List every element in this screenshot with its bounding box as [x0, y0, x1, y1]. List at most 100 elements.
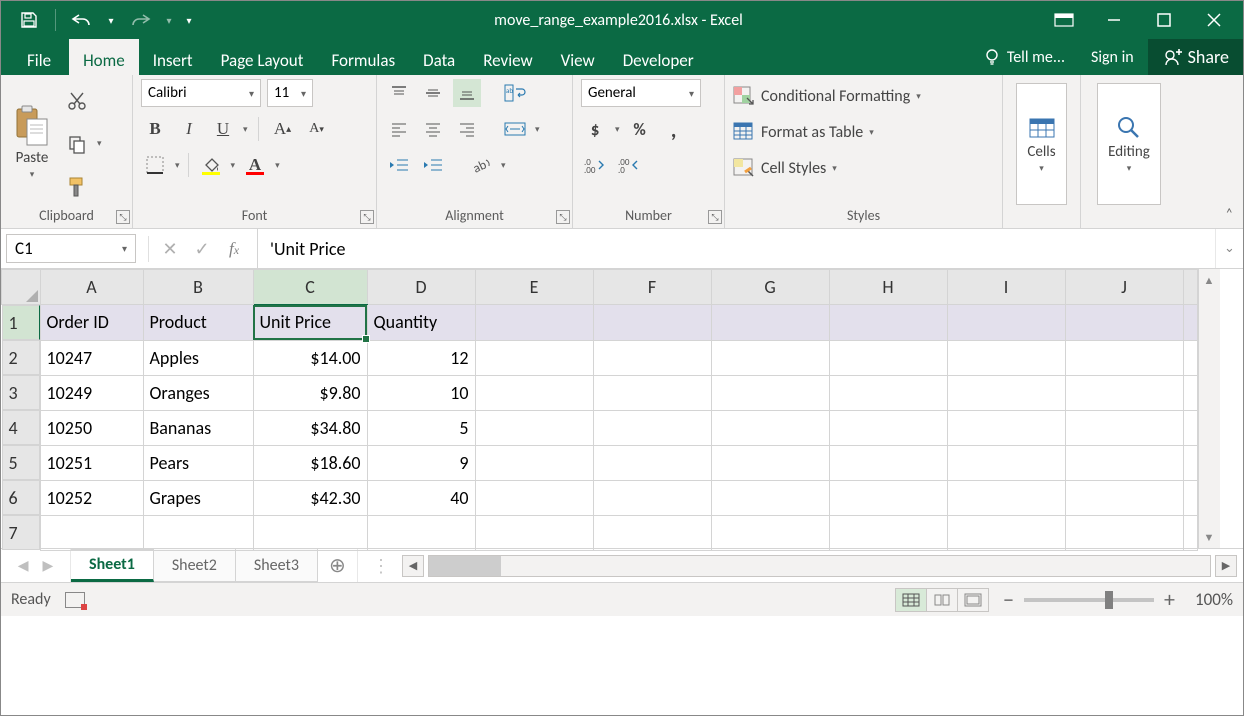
align-middle-button[interactable]	[419, 79, 447, 107]
underline-button[interactable]: U	[209, 115, 237, 143]
sheet-tab-2[interactable]: Sheet2	[154, 549, 236, 582]
decrease-indent-button[interactable]	[385, 151, 413, 179]
cell-B6[interactable]: Grapes	[143, 480, 253, 515]
alignment-launcher[interactable]: ⤡	[556, 210, 570, 224]
redo-dropdown[interactable]: ▾	[162, 6, 176, 34]
col-header-D[interactable]: D	[367, 270, 475, 305]
orientation-button[interactable]: ab	[467, 151, 495, 179]
borders-button[interactable]	[141, 151, 169, 179]
row-header-1[interactable]: 1	[2, 305, 40, 340]
cut-button[interactable]	[63, 87, 91, 115]
scroll-down-button[interactable]: ▼	[1199, 526, 1220, 548]
tab-home[interactable]: Home	[69, 39, 139, 75]
ribbon-options-icon[interactable]	[1041, 6, 1087, 34]
zoom-out-button[interactable]: −	[1003, 586, 1014, 613]
hscroll-right-button[interactable]: ▶	[1215, 555, 1237, 577]
currency-button[interactable]: $	[581, 115, 609, 143]
tab-formulas[interactable]: Formulas	[317, 39, 409, 75]
tab-split-handle[interactable]: ⋮	[364, 555, 398, 577]
zoom-level[interactable]: 100%	[1195, 589, 1233, 610]
comma-button[interactable]: ,	[660, 115, 688, 143]
undo-dropdown[interactable]: ▾	[104, 6, 118, 34]
col-header-G[interactable]: G	[711, 270, 829, 305]
tab-page-layout[interactable]: Page Layout	[207, 39, 318, 75]
col-header-C[interactable]: C	[253, 270, 367, 305]
cell-C6[interactable]: $42.30	[253, 480, 367, 515]
sheet-nav-arrows[interactable]: ◀▶	[1, 549, 71, 582]
formula-input[interactable]: 'Unit Price	[257, 229, 1215, 268]
align-top-button[interactable]	[385, 79, 413, 107]
cell-E1[interactable]	[475, 305, 593, 341]
worksheet-grid[interactable]: A B C D E F G H I J 1 Order ID Product U…	[1, 269, 1198, 551]
percent-button[interactable]: %	[626, 115, 654, 143]
increase-indent-button[interactable]	[419, 151, 447, 179]
zoom-in-button[interactable]: +	[1164, 586, 1175, 613]
cell-B2[interactable]: Apples	[143, 340, 253, 375]
enter-formula-button[interactable]: ✓	[187, 238, 217, 260]
font-color-button[interactable]: A	[241, 151, 269, 179]
increase-decimal-button[interactable]: .0.00	[581, 151, 609, 179]
cell-C4[interactable]: $34.80	[253, 410, 367, 445]
name-box[interactable]: C1 ▾	[6, 234, 136, 263]
cancel-formula-button[interactable]: ✕	[155, 238, 185, 260]
row-header-4[interactable]: 4	[2, 410, 40, 445]
col-header-J[interactable]: J	[1065, 270, 1183, 305]
align-center-button[interactable]	[419, 115, 447, 143]
tab-developer[interactable]: Developer	[609, 39, 708, 75]
fill-color-button[interactable]	[197, 151, 225, 179]
shrink-font-button[interactable]: A▾	[303, 115, 331, 143]
select-all-button[interactable]	[2, 270, 41, 305]
scroll-up-button[interactable]: ▲	[1199, 269, 1220, 291]
macro-record-icon[interactable]	[65, 592, 85, 608]
tab-file[interactable]: File	[13, 39, 65, 75]
cell-A3[interactable]: 10249	[40, 375, 143, 410]
cells-button[interactable]: Cells ▾	[1016, 83, 1066, 205]
cell-B5[interactable]: Pears	[143, 445, 253, 480]
cell-styles-button[interactable]: Cell Styles ▾	[733, 153, 921, 183]
cell-C2[interactable]: $14.00	[253, 340, 367, 375]
col-header-B[interactable]: B	[143, 270, 253, 305]
new-sheet-button[interactable]: ⊕	[318, 549, 358, 582]
cell-G1[interactable]	[711, 305, 829, 341]
cell-A2[interactable]: 10247	[40, 340, 143, 375]
redo-button[interactable]	[124, 6, 156, 34]
tell-me-search[interactable]: Tell me...	[971, 39, 1077, 75]
sheet-tab-3[interactable]: Sheet3	[236, 549, 318, 582]
tab-review[interactable]: Review	[469, 39, 546, 75]
format-painter-button[interactable]	[63, 173, 91, 201]
number-launcher[interactable]: ⤡	[708, 210, 722, 224]
cell-C5[interactable]: $18.60	[253, 445, 367, 480]
cell-B3[interactable]: Oranges	[143, 375, 253, 410]
bold-button[interactable]: B	[141, 115, 169, 143]
font-launcher[interactable]: ⤡	[360, 210, 374, 224]
zoom-slider[interactable]	[1024, 598, 1154, 602]
tab-view[interactable]: View	[547, 39, 609, 75]
cell-A4[interactable]: 10250	[40, 410, 143, 445]
vertical-scrollbar[interactable]: ▲ ▼	[1198, 269, 1220, 548]
format-as-table-button[interactable]: Format as Table ▾	[733, 117, 921, 147]
collapse-ribbon-button[interactable]: ˄	[1225, 205, 1233, 222]
col-header-I[interactable]: I	[947, 270, 1065, 305]
sheet-tab-1[interactable]: Sheet1	[71, 549, 154, 582]
number-format-combo[interactable]: General ▾	[581, 79, 701, 107]
clipboard-launcher[interactable]: ⤡	[116, 210, 130, 224]
italic-button[interactable]: I	[175, 115, 203, 143]
grow-font-button[interactable]: A▴	[269, 115, 297, 143]
col-header-A[interactable]: A	[40, 270, 143, 305]
row-header-6[interactable]: 6	[2, 480, 40, 515]
maximize-button[interactable]	[1141, 6, 1187, 34]
cell-D5[interactable]: 9	[367, 445, 475, 480]
cell-H1[interactable]	[829, 305, 947, 341]
cell-D3[interactable]: 10	[367, 375, 475, 410]
insert-function-button[interactable]: fx	[219, 239, 249, 259]
cell-J1[interactable]	[1065, 305, 1183, 341]
cell-D6[interactable]: 40	[367, 480, 475, 515]
cell-A5[interactable]: 10251	[40, 445, 143, 480]
wrap-text-button[interactable]: ab	[501, 79, 529, 107]
decrease-decimal-button[interactable]: .00.0	[615, 151, 643, 179]
close-button[interactable]	[1191, 6, 1237, 34]
row-header-7[interactable]: 7	[2, 515, 40, 550]
row-header-3[interactable]: 3	[2, 375, 40, 410]
cell-A6[interactable]: 10252	[40, 480, 143, 515]
horizontal-scrollbar[interactable]	[428, 555, 1211, 577]
